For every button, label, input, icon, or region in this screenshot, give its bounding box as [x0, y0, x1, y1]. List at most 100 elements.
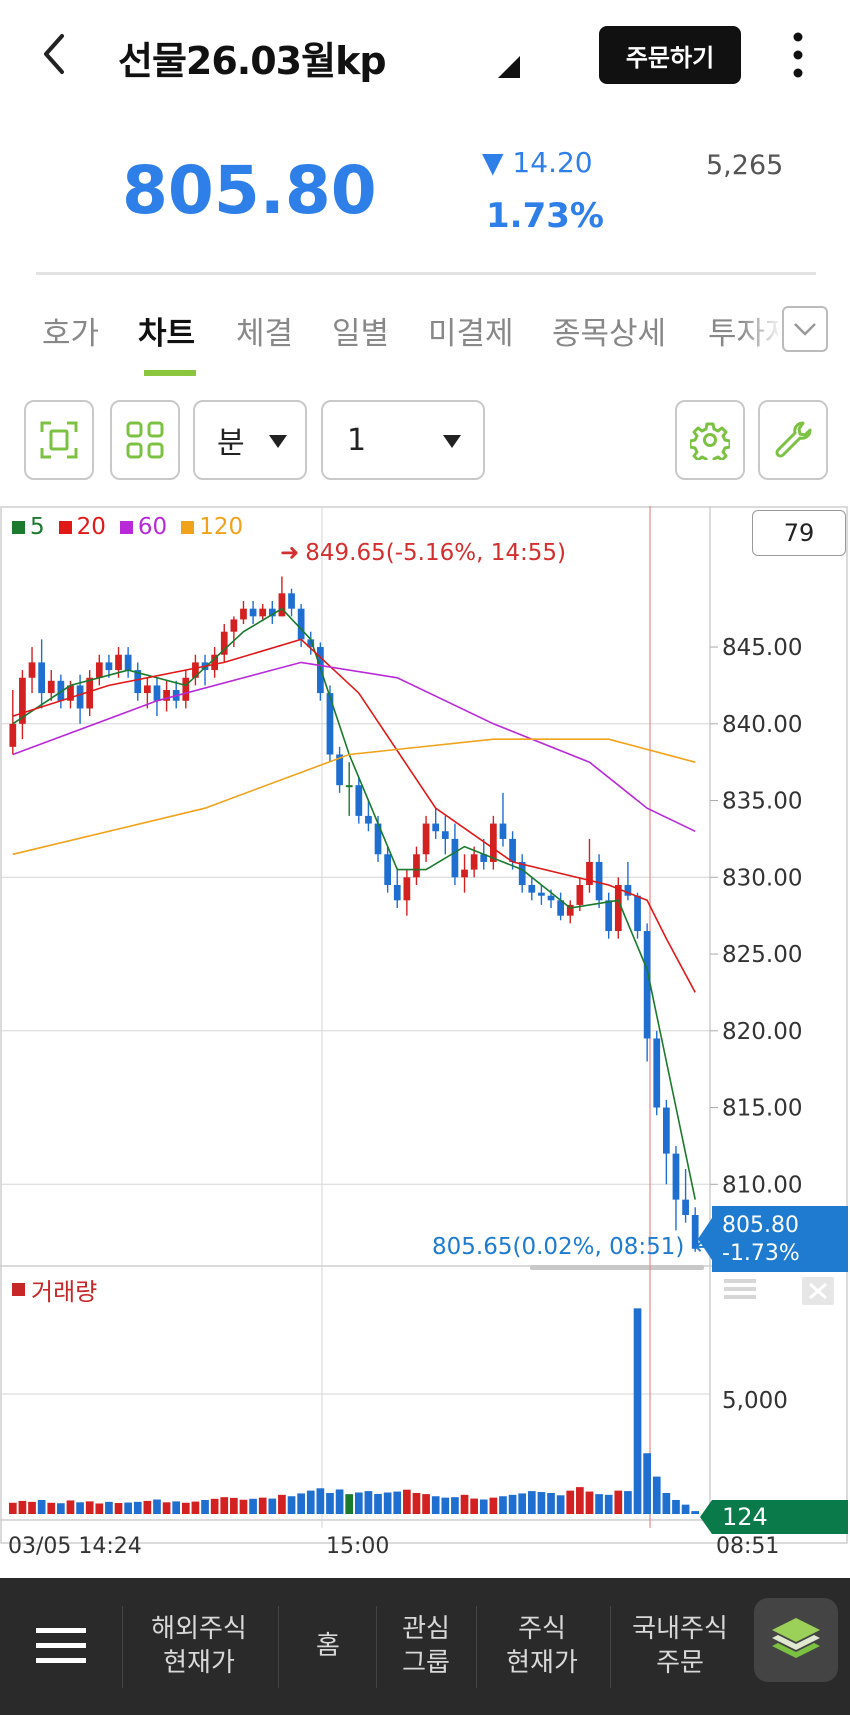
volume-panel-handle — [724, 1287, 756, 1291]
tab-details[interactable]: 종목상세 — [552, 308, 666, 353]
gear-icon — [690, 422, 730, 460]
tab-trades[interactable]: 체결 — [236, 308, 293, 353]
back-arrow-icon[interactable] — [34, 28, 74, 80]
volume-bar — [143, 1500, 152, 1514]
volume-bar — [335, 1489, 344, 1514]
volume-bar — [364, 1491, 373, 1514]
nav-divider — [476, 1606, 477, 1688]
volume-bar — [153, 1499, 161, 1514]
order-button[interactable]: 주문하기 — [599, 26, 741, 84]
layers-button[interactable] — [754, 1598, 838, 1682]
period-value: 1 — [347, 422, 367, 458]
volume-bar — [268, 1498, 277, 1514]
volume-bar — [287, 1496, 296, 1514]
volume-bar — [604, 1494, 613, 1514]
nav-divider — [376, 1606, 377, 1688]
candle-body — [143, 685, 151, 694]
candle-body — [403, 877, 411, 901]
tab-daily[interactable]: 일별 — [332, 308, 389, 353]
layers-icon — [772, 1618, 820, 1658]
volume-bar — [172, 1501, 181, 1514]
x-axis-mid-label: 15:00 — [326, 1534, 390, 1559]
page-title[interactable]: 선물26.03월kp — [118, 30, 387, 85]
volume-bar — [105, 1501, 113, 1514]
volume-bar — [585, 1491, 594, 1514]
nav-home[interactable]: 홈 — [290, 1629, 366, 1663]
candle-body — [470, 854, 478, 870]
tab-chart[interactable]: 차트 — [138, 308, 195, 353]
candle-body — [662, 1107, 670, 1154]
volume-bar — [681, 1504, 690, 1514]
candle-body — [634, 895, 641, 932]
menu-icon[interactable] — [36, 1626, 86, 1666]
candle-body — [441, 831, 449, 839]
nav-watchlist[interactable]: 관심 그룹 — [388, 1612, 464, 1680]
dropdown-corner-icon[interactable] — [498, 56, 520, 78]
candle-body — [422, 823, 430, 855]
candle-count-box[interactable]: 79 — [752, 510, 846, 556]
bottom-navigation: 해외주식 현재가 홈 관심 그룹 주식 현재가 국내주식 주문 — [0, 1578, 850, 1715]
divider — [36, 272, 816, 275]
volume-bar — [431, 1496, 440, 1514]
candle-body — [182, 677, 190, 701]
ma-line-120 — [12, 738, 696, 856]
candle-body — [528, 884, 536, 893]
volume-bar — [326, 1492, 334, 1514]
current-price-tag: 805.80 -1.73% — [712, 1206, 848, 1272]
candle-body — [153, 685, 161, 701]
volume-bar — [124, 1502, 132, 1514]
volume-bar — [258, 1497, 267, 1514]
current-price: 805.80 — [122, 152, 377, 229]
volume-panel-handle — [724, 1295, 756, 1299]
volume-bar — [345, 1494, 354, 1514]
volume-bar — [249, 1498, 257, 1514]
candle-body — [643, 931, 651, 1039]
nav-domestic-order[interactable]: 국내주식 주문 — [622, 1612, 738, 1680]
period-unit-select[interactable]: 분 — [193, 400, 307, 480]
nav-divider — [122, 1606, 123, 1688]
chart-settings-button[interactable] — [675, 400, 745, 480]
volume-bar — [691, 1511, 700, 1514]
candle-body — [682, 1199, 689, 1215]
tab-orderbook[interactable]: 호가 — [42, 308, 99, 353]
volume-bar — [47, 1502, 56, 1514]
ma-line-5 — [12, 607, 696, 1200]
volume-tag-pointer — [700, 1500, 712, 1534]
more-options-icon[interactable] — [786, 30, 810, 80]
candle-body — [345, 785, 353, 788]
change-percent: 1.73% — [486, 196, 604, 236]
volume-bar — [633, 1308, 642, 1514]
volume-bar — [66, 1500, 75, 1514]
volume-bar — [556, 1495, 565, 1514]
volume-bar — [470, 1498, 478, 1514]
volume-bar — [508, 1494, 517, 1514]
volume-bar — [576, 1487, 584, 1514]
candle-body — [240, 608, 247, 620]
volume-bar — [316, 1488, 325, 1514]
volume-bar — [566, 1490, 575, 1514]
candle-body — [605, 900, 613, 932]
current-volume-tag: 124 — [712, 1500, 848, 1534]
volume-bar — [76, 1502, 84, 1514]
nav-stock-quote[interactable]: 주식 현재가 — [490, 1612, 594, 1680]
legend-ma60: 60 — [119, 514, 167, 540]
multi-chart-button[interactable] — [110, 400, 180, 480]
volume-bar — [37, 1499, 46, 1514]
volume-bar — [57, 1503, 65, 1514]
dropdown-arrow-icon — [443, 435, 461, 448]
volume-bar — [451, 1497, 459, 1514]
volume-bar — [479, 1499, 488, 1514]
high-annotation: ➜ 849.65(-5.16%, 14:55) — [280, 540, 566, 566]
volume-bar — [297, 1493, 305, 1514]
nav-divider — [610, 1606, 611, 1688]
fullscreen-button[interactable] — [24, 400, 94, 480]
tab-open-interest[interactable]: 미결제 — [428, 308, 514, 353]
candle-body — [355, 785, 363, 816]
volume-bar — [403, 1489, 411, 1514]
nav-overseas-quote[interactable]: 해외주식 현재가 — [136, 1612, 262, 1680]
chart-tools-button[interactable] — [758, 400, 828, 480]
volume-bar — [306, 1490, 315, 1514]
volume-bar — [239, 1499, 248, 1514]
tab-expand-button[interactable] — [782, 306, 828, 352]
period-value-select[interactable]: 1 — [321, 400, 485, 480]
